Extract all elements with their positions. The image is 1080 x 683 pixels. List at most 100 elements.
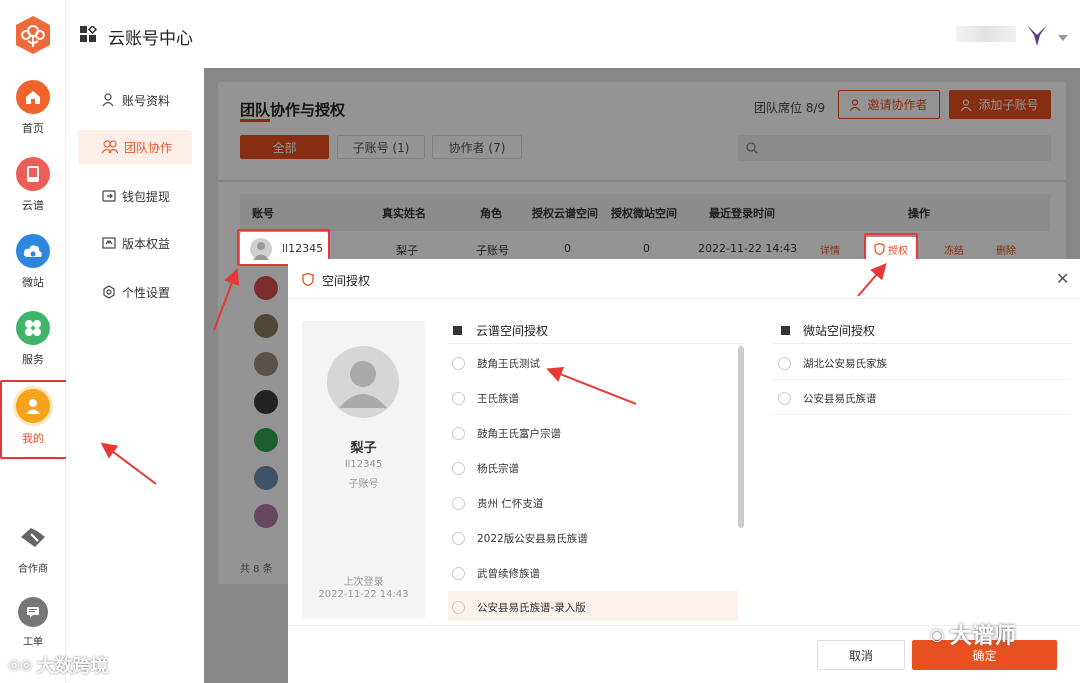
- blurred-username: [956, 26, 1016, 42]
- avatar: [327, 346, 399, 418]
- rail-item-partner[interactable]: 合作商: [0, 520, 66, 575]
- rail-label: 云谱: [22, 199, 44, 212]
- message-icon: [18, 597, 48, 627]
- pu-item[interactable]: 鼓角王氏富户宗谱: [452, 418, 561, 448]
- radio[interactable]: [778, 391, 791, 405]
- app-title: 云账号中心: [108, 29, 193, 49]
- divider: [773, 343, 1071, 344]
- cancel-button[interactable]: 取消: [817, 640, 905, 670]
- wallet-icon: [102, 190, 116, 202]
- pu-item[interactable]: 武曾续修族谱: [452, 558, 540, 588]
- wz-item-label: 湖北公安易氏家族: [803, 357, 887, 370]
- pu-item[interactable]: 贵州 仁怀支道: [452, 488, 543, 518]
- wz-item[interactable]: 公安县易氏族谱: [778, 383, 877, 413]
- pu-item-label: 2022版公安县易氏族谱: [477, 532, 588, 545]
- close-icon[interactable]: ✕: [1056, 269, 1069, 288]
- radio[interactable]: [452, 566, 465, 580]
- pu-item-label: 杨氏宗谱: [477, 462, 519, 475]
- radio[interactable]: [452, 426, 465, 440]
- apps-grid-icon: [80, 24, 98, 46]
- shield-icon: [302, 273, 314, 286]
- wz-section-title: 微站空间授权: [803, 324, 876, 338]
- gear-icon: [103, 285, 115, 299]
- pu-item[interactable]: 公安县易氏族谱-录入版: [452, 592, 586, 622]
- crown-icon: [102, 237, 116, 249]
- watermark-left-text: 大数跨境: [36, 656, 109, 677]
- user-name: 梨子: [350, 441, 377, 456]
- radio[interactable]: [452, 356, 465, 370]
- user-avatar[interactable]: [1024, 22, 1050, 51]
- divider: [773, 414, 1071, 415]
- pu-item-label: 鼓角王氏富户宗谱: [477, 427, 561, 440]
- pu-item-label: 贵州 仁怀支道: [477, 497, 544, 510]
- wz-item-label: 公安县易氏族谱: [803, 392, 877, 405]
- radio[interactable]: [452, 461, 465, 475]
- user-card: 梨子 ll12345 子账号 上次登录 2022-11-22 14:43: [302, 321, 425, 618]
- left-rail: 首页 云谱 微站 服务 我的 合作商 工单: [0, 0, 71, 683]
- pu-item[interactable]: 杨氏宗谱: [452, 453, 519, 483]
- team-icon: [102, 140, 118, 154]
- watermark-logo-icon: ◎◎: [8, 657, 33, 673]
- rail-item-home[interactable]: 首页: [0, 80, 66, 136]
- clover-icon: [16, 311, 50, 345]
- radio[interactable]: [452, 496, 465, 510]
- last-login-time: 2022-11-22 14:43: [318, 589, 409, 600]
- radio[interactable]: [452, 531, 465, 545]
- user-account: ll12345: [344, 459, 383, 470]
- rail-item-yunpu[interactable]: 云谱: [0, 157, 66, 213]
- chevron-down-icon[interactable]: [1058, 30, 1068, 44]
- handshake-icon: [16, 520, 50, 554]
- top-header: 云账号中心: [66, 0, 1080, 68]
- menu-label: 团队协作: [124, 140, 173, 155]
- watermark-left: ◎◎ 大数跨境: [8, 652, 108, 678]
- radio[interactable]: [452, 600, 465, 614]
- menu-item-settings[interactable]: 个性设置: [78, 275, 192, 309]
- menu-item-team[interactable]: 团队协作: [78, 130, 192, 164]
- menu-label: 钱包提现: [122, 189, 171, 204]
- scrollbar[interactable]: [738, 346, 744, 528]
- rail-item-weizhan[interactable]: 微站: [0, 234, 66, 290]
- pu-section-title: 云谱空间授权: [476, 324, 549, 338]
- modal-header: [288, 259, 1080, 299]
- rail-item-service[interactable]: 服务: [0, 311, 66, 367]
- cloud-icon: [16, 234, 50, 268]
- section-marker: [781, 326, 790, 335]
- divider: [448, 343, 744, 344]
- rail-label: 合作商: [18, 564, 48, 575]
- menu-item-profile[interactable]: 账号资料: [78, 83, 192, 117]
- last-login-label: 上次登录: [343, 577, 384, 588]
- pu-item-label: 鼓角王氏测试: [477, 357, 540, 370]
- rail-item-ticket[interactable]: 工单: [0, 597, 66, 648]
- menu-label: 个性设置: [122, 285, 171, 300]
- book-icon: [16, 157, 50, 191]
- wz-item[interactable]: 湖北公安易氏家族: [778, 348, 887, 378]
- person-icon: [102, 93, 114, 107]
- pu-item-label: 公安县易氏族谱-录入版: [477, 601, 586, 614]
- radio[interactable]: [778, 356, 791, 370]
- user-icon: [13, 386, 53, 426]
- radio[interactable]: [452, 391, 465, 405]
- rail-label: 首页: [22, 122, 44, 135]
- rail-label: 我的: [22, 432, 44, 445]
- rail-label: 工单: [23, 637, 43, 648]
- secondary-menu: 账号资料 团队协作 钱包提现 版本权益 个性设置: [66, 68, 204, 683]
- menu-item-version[interactable]: 版本权益: [78, 226, 192, 260]
- section-marker: [453, 326, 462, 335]
- pu-item-label: 武曾续修族谱: [477, 567, 540, 580]
- menu-item-wallet[interactable]: 钱包提现: [78, 179, 192, 213]
- user-role: 子账号: [348, 479, 379, 490]
- rail-label: 服务: [22, 353, 44, 366]
- app-logo: [12, 14, 54, 56]
- watermark-right-text: 大谱师: [949, 624, 1016, 649]
- wechat-icon: ◉: [930, 624, 944, 644]
- rail-label: 微站: [22, 276, 44, 289]
- menu-label: 版本权益: [122, 236, 171, 251]
- pu-item[interactable]: 2022版公安县易氏族谱: [452, 523, 588, 553]
- pu-item-label: 王氏族谱: [477, 392, 519, 405]
- pu-item[interactable]: 王氏族谱: [452, 383, 519, 413]
- pu-item[interactable]: 鼓角王氏测试: [452, 348, 540, 378]
- menu-label: 账号资料: [122, 93, 171, 108]
- home-icon: [16, 80, 50, 114]
- rail-item-mine[interactable]: 我的: [0, 386, 66, 446]
- modal-title: 空间授权: [322, 274, 371, 288]
